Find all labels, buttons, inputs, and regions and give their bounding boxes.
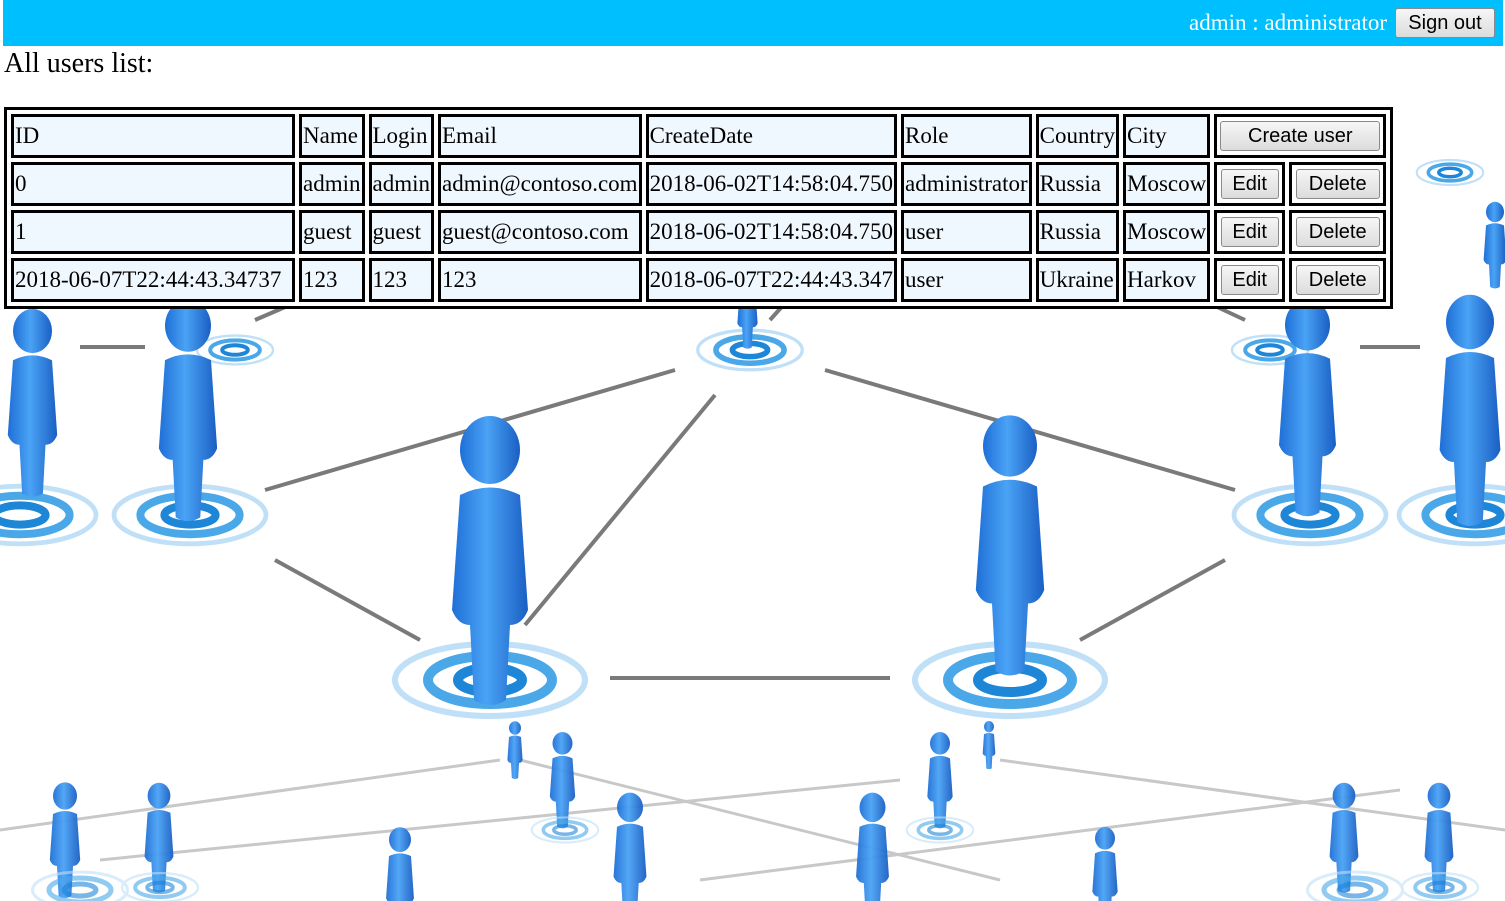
edit-user-button[interactable]: Edit [1220,169,1279,199]
page-title: All users list: [4,48,154,79]
cell-role: user [900,210,1032,254]
delete-user-button[interactable]: Delete [1295,169,1380,199]
edit-cell: Edit [1214,210,1286,254]
create-user-cell: Create user [1214,114,1387,158]
edit-user-button[interactable]: Edit [1220,265,1279,295]
table-row: 0 admin admin admin@contoso.com 2018-06-… [11,162,1387,206]
cell-name: guest [299,210,365,254]
table-header-row: ID Name Login Email CreateDate Role Coun… [11,114,1387,158]
cell-id: 0 [11,162,295,206]
column-header-role: Role [900,114,1032,158]
cell-role: administrator [900,162,1032,206]
delete-cell: Delete [1289,258,1387,302]
cell-email: 123 [438,258,642,302]
cell-email: guest@contoso.com [438,210,642,254]
cell-id: 1 [11,210,295,254]
cell-login: 123 [368,258,434,302]
column-header-email: Email [438,114,642,158]
cell-role: user [900,258,1032,302]
delete-user-button[interactable]: Delete [1295,217,1380,247]
cell-login: guest [368,210,434,254]
users-table: ID Name Login Email CreateDate Role Coun… [4,107,1394,309]
cell-email: admin@contoso.com [438,162,642,206]
cell-country: Russia [1035,210,1120,254]
cell-create-date: 2018-06-02T14:58:04.750 [645,162,897,206]
current-user-label: admin : administrator [1188,10,1387,35]
cell-name: admin [299,162,365,206]
sign-out-button[interactable]: Sign out [1395,8,1495,38]
cell-login: admin [368,162,434,206]
column-header-name: Name [299,114,365,158]
column-header-id: ID [11,114,295,158]
column-header-create-date: CreateDate [645,114,897,158]
edit-cell: Edit [1214,162,1286,206]
table-row: 2018-06-07T22:44:43.34737 123 123 123 20… [11,258,1387,302]
top-bar: admin : administrator Sign out [3,0,1503,46]
column-header-country: Country [1035,114,1120,158]
table-row: 1 guest guest guest@contoso.com 2018-06-… [11,210,1387,254]
create-user-button[interactable]: Create user [1220,121,1381,151]
cell-country: Ukraine [1035,258,1120,302]
cell-name: 123 [299,258,365,302]
edit-cell: Edit [1214,258,1286,302]
cell-create-date: 2018-06-07T22:44:43.347 [645,258,897,302]
column-header-city: City [1123,114,1211,158]
delete-user-button[interactable]: Delete [1295,265,1380,295]
cell-city: Moscow [1123,210,1211,254]
delete-cell: Delete [1289,162,1387,206]
column-header-login: Login [368,114,434,158]
cell-city: Harkov [1123,258,1211,302]
delete-cell: Delete [1289,210,1387,254]
cell-id: 2018-06-07T22:44:43.34737 [11,258,295,302]
page: admin : administrator Sign out All users… [0,0,1505,901]
cell-create-date: 2018-06-02T14:58:04.750 [645,210,897,254]
edit-user-button[interactable]: Edit [1220,217,1279,247]
cell-city: Moscow [1123,162,1211,206]
cell-country: Russia [1035,162,1120,206]
